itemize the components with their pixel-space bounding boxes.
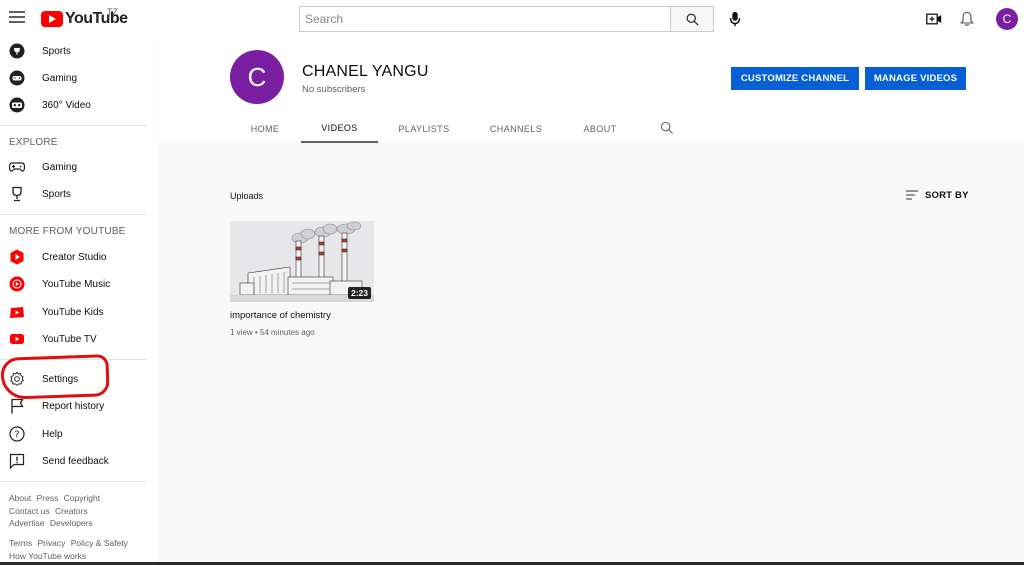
bell-icon [960, 11, 974, 26]
sort-by-label: SORT BY [925, 189, 969, 201]
sidebar-item-send-feedback[interactable]: Send feedback [0, 448, 157, 474]
sidebar: Sports Gaming 360° Video EXPLORE Gaming … [0, 38, 157, 565]
footer-link-about[interactable]: About [9, 493, 31, 503]
creator-studio-icon [9, 249, 25, 265]
search-icon [686, 13, 699, 26]
sidebar-item-label: Creator Studio [42, 251, 107, 263]
sidebar-item-label: 360° Video [42, 99, 91, 111]
channel-avatar[interactable]: C [230, 50, 284, 104]
footer-links-secondary: Terms Privacy Policy & Safety How YouTub… [9, 537, 149, 562]
explore-heading: EXPLORE [9, 137, 58, 148]
sidebar-divider [0, 214, 147, 215]
footer-link-advertise[interactable]: Advertise [9, 518, 44, 528]
help-icon: ? [9, 426, 25, 442]
footer-link-privacy[interactable]: Privacy [38, 538, 66, 548]
search-box [299, 6, 671, 32]
search-input[interactable] [300, 7, 670, 31]
sidebar-item-help[interactable]: ? Help [0, 421, 157, 447]
footer-links-primary: About Press Copyright Contact us Creator… [9, 492, 149, 530]
footer-link-press[interactable]: Press [37, 493, 59, 503]
top-bar: YouTube TZ C [0, 0, 1024, 38]
sidebar-item-label: Gaming [42, 161, 78, 173]
manage-videos-button[interactable]: MANAGE VIDEOS [865, 67, 966, 90]
sidebar-item-label: YouTube Music [42, 278, 111, 290]
sidebar-item-label: Sports [42, 45, 71, 57]
logo-text: YouTube [65, 10, 128, 27]
video-title[interactable]: importance of chemistry [230, 310, 331, 321]
footer-link-creators[interactable]: Creators [55, 506, 88, 516]
search-button[interactable] [670, 6, 714, 32]
voice-search-button[interactable] [722, 6, 748, 32]
vr-icon [9, 97, 25, 113]
uploads-section-title: Uploads [230, 191, 264, 201]
channel-header: C CHANEL YANGU No subscribers CUSTOMIZE … [158, 38, 1024, 143]
more-from-youtube-heading: MORE FROM YOUTUBE [9, 226, 126, 237]
sidebar-item-label: Sports [42, 188, 71, 200]
sidebar-item-label: Send feedback [42, 455, 109, 467]
flag-icon [9, 398, 25, 414]
sidebar-item-creator-studio[interactable]: Creator Studio [0, 244, 157, 270]
footer-link-terms[interactable]: Terms [9, 538, 32, 548]
feedback-icon [9, 453, 25, 469]
tab-channels[interactable]: CHANNELS [475, 115, 557, 143]
tab-videos[interactable]: VIDEOS [301, 115, 378, 143]
video-meta: 1 view • 54 minutes ago [230, 328, 315, 337]
youtube-tv-icon [9, 331, 25, 347]
gaming-icon [9, 70, 25, 86]
youtube-play-icon [41, 11, 63, 27]
svg-text:?: ? [14, 430, 19, 441]
channel-search-icon[interactable] [660, 121, 674, 135]
sidebar-item-label: Settings [42, 373, 79, 385]
footer-link-copyright[interactable]: Copyright [64, 493, 100, 503]
create-video-button[interactable] [924, 9, 944, 29]
gamepad-icon [9, 159, 25, 175]
sort-icon [906, 190, 918, 200]
sidebar-item-label: Gaming [42, 72, 78, 84]
gear-icon [9, 371, 25, 387]
tab-home[interactable]: HOME [230, 115, 300, 143]
hamburger-menu-icon[interactable] [9, 11, 25, 25]
video-duration: 2:23 [347, 287, 371, 299]
video-thumbnail[interactable]: 2:23 [230, 221, 374, 302]
microphone-icon [729, 11, 741, 27]
sidebar-item-360-video[interactable]: 360° Video [0, 92, 157, 118]
video-camera-plus-icon [926, 13, 942, 25]
region-code: TZ [107, 7, 118, 17]
customize-channel-button[interactable]: CUSTOMIZE CHANNEL [731, 67, 859, 90]
footer-link-how-youtube-works[interactable]: How YouTube works [9, 551, 86, 561]
trophy-outline-icon [9, 186, 25, 202]
tab-about[interactable]: ABOUT [570, 115, 630, 143]
subscriber-count: No subscribers [302, 84, 366, 95]
sidebar-divider [0, 481, 147, 482]
footer-link-developers[interactable]: Developers [50, 518, 93, 528]
sidebar-item-label: Help [42, 428, 63, 440]
youtube-music-icon [9, 276, 25, 292]
sidebar-item-gaming[interactable]: Gaming [0, 65, 157, 91]
footer-link-contact-us[interactable]: Contact us [9, 506, 50, 516]
sidebar-item-label: YouTube Kids [42, 306, 104, 318]
sidebar-item-youtube-music[interactable]: YouTube Music [0, 271, 157, 297]
sidebar-item-explore-gaming[interactable]: Gaming [0, 154, 157, 180]
youtube-kids-icon [9, 304, 25, 320]
sidebar-divider [0, 359, 147, 360]
sidebar-item-label: Report history [42, 400, 105, 412]
sidebar-item-youtube-kids[interactable]: YouTube Kids [0, 299, 157, 325]
sidebar-item-label: YouTube TV [42, 333, 97, 345]
account-avatar[interactable]: C [996, 8, 1018, 30]
trophy-icon [9, 43, 25, 59]
sidebar-divider [0, 125, 147, 126]
sort-by-button[interactable]: SORT BY [905, 188, 969, 202]
footer-link-policy-safety[interactable]: Policy & Safety [71, 538, 128, 548]
sidebar-item-settings[interactable]: Settings [0, 366, 157, 392]
notifications-button[interactable] [957, 9, 977, 29]
sidebar-item-sports[interactable]: Sports [0, 38, 157, 64]
channel-name: CHANEL YANGU [302, 63, 429, 80]
sidebar-item-report-history[interactable]: Report history [0, 393, 157, 419]
tab-playlists[interactable]: PLAYLISTS [388, 115, 460, 143]
sidebar-item-youtube-tv[interactable]: YouTube TV [0, 326, 157, 352]
sidebar-item-explore-sports[interactable]: Sports [0, 181, 157, 207]
